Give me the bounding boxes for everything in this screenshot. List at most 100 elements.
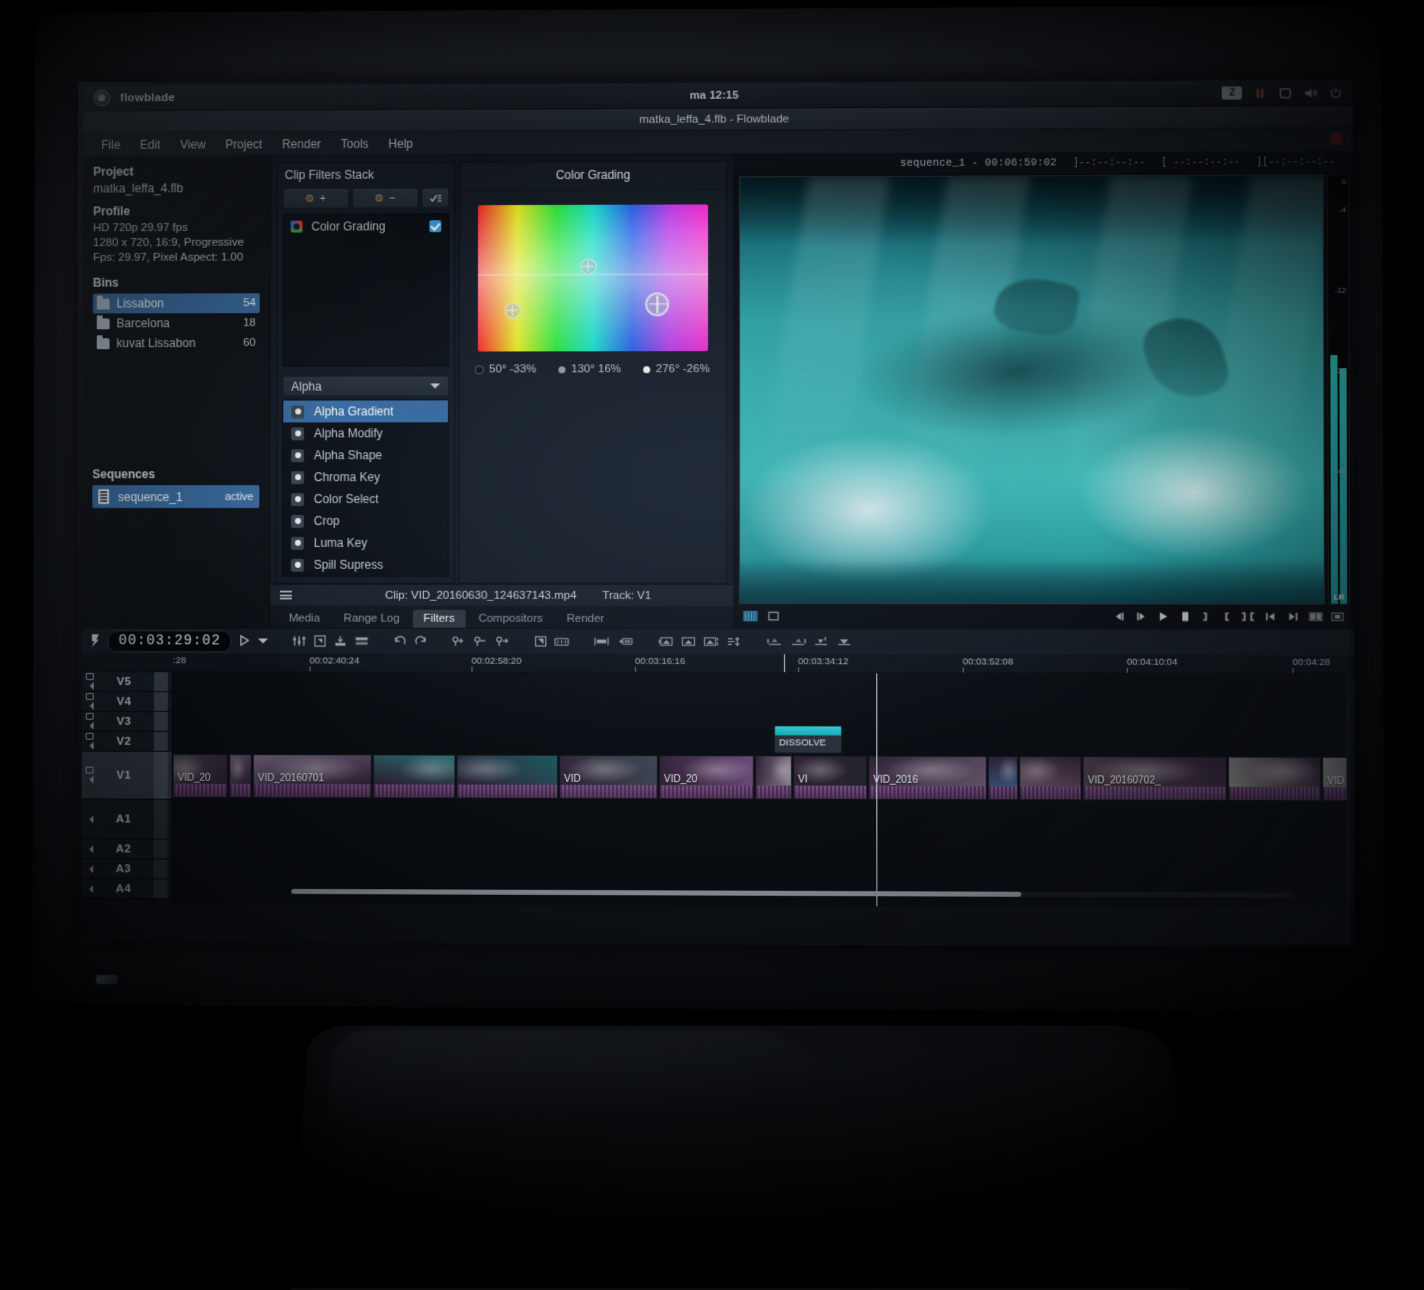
color-grading-wheel[interactable] [478, 204, 708, 351]
chevron-down-icon[interactable] [258, 638, 268, 643]
timeline-playhead[interactable] [876, 673, 877, 906]
track-header-a2[interactable]: A2 [81, 839, 171, 859]
menu-tools[interactable]: Tools [331, 133, 379, 153]
timeline-clip[interactable]: VID_20160702_ [1083, 756, 1227, 801]
split-view-button[interactable] [1309, 611, 1323, 623]
prev-cut-button[interactable] [1264, 611, 1277, 623]
tab-range-log[interactable]: Range Log [333, 610, 411, 628]
add-filter-button[interactable]: + [283, 188, 349, 209]
track-header-a4[interactable]: A4 [81, 879, 171, 899]
insert-icon[interactable] [334, 635, 348, 648]
stop-button[interactable] [1179, 611, 1191, 623]
drop-in-icon[interactable] [814, 635, 830, 648]
drop-out-icon[interactable] [837, 635, 853, 648]
track-header-a3[interactable]: A3 [81, 859, 171, 879]
track-audio-icon[interactable] [85, 815, 93, 823]
sequence-item-sequence-1[interactable]: sequence_1 active [92, 485, 259, 508]
menu-file[interactable]: File [91, 134, 130, 154]
tool-selector-icon[interactable] [239, 634, 252, 647]
remove-filter-button[interactable]: − [352, 187, 418, 208]
timeline-clip[interactable] [373, 754, 456, 798]
track-audio-icon[interactable] [85, 885, 93, 893]
bin-item-barcelona[interactable]: Barcelona 18 [93, 313, 260, 333]
timeline-clip[interactable] [456, 755, 558, 799]
timeline-clip[interactable] [229, 754, 252, 798]
track-visible-icon[interactable] [86, 673, 94, 680]
timeline-timecode[interactable]: 00:03:29:02 [108, 630, 232, 652]
tab-compositors[interactable]: Compositors [467, 610, 553, 628]
menu-render[interactable]: Render [272, 134, 331, 154]
timeline-vertical-scrollbar[interactable] [1346, 674, 1355, 908]
timeline-clip[interactable]: VID_2016 [868, 756, 987, 801]
bin-item-lissabon[interactable]: Lissabon 54 [93, 293, 260, 313]
track-audio-icon[interactable] [86, 776, 94, 784]
track-header-v2[interactable]: V2 [82, 732, 172, 752]
track-resize-handle[interactable] [154, 732, 168, 751]
track-resize-handle[interactable] [154, 672, 168, 691]
next-cut-button[interactable] [1286, 611, 1299, 623]
track-resize-handle[interactable] [154, 859, 168, 878]
overwrite-left-icon[interactable] [658, 635, 674, 648]
track-visible-icon[interactable] [86, 693, 94, 700]
track-audio-icon[interactable] [86, 702, 94, 710]
track-resize-handle[interactable] [153, 879, 167, 898]
tab-filters[interactable]: Filters [412, 610, 465, 628]
grading-handle-midtones[interactable] [504, 302, 520, 318]
filter-item-luma-key[interactable]: Luma Key [283, 532, 448, 554]
timeline-ruler[interactable]: :28 00:02:40:24 00:02:58:20 00:03:16:16 … [82, 653, 1354, 674]
window-icon[interactable] [1278, 86, 1292, 100]
cut-icon[interactable] [594, 635, 611, 648]
multi-move-icon[interactable] [726, 635, 743, 648]
filter-item-chroma-key[interactable]: Chroma Key [283, 466, 448, 488]
split-marker-icon[interactable] [496, 635, 511, 648]
paste-icon[interactable] [617, 635, 634, 648]
frame-view-button[interactable] [767, 610, 780, 622]
remove-marker-icon[interactable] [474, 635, 489, 648]
track-buttons[interactable] [86, 733, 94, 750]
clip-monitor-icon[interactable] [535, 635, 548, 648]
timeline-clip[interactable] [755, 755, 792, 799]
track-buttons[interactable] [85, 885, 93, 893]
prev-frame-button[interactable] [1113, 610, 1126, 622]
track-lane-v1[interactable]: VID_20VID_20160701VIDVID_20VIVID_2016VID… [173, 752, 1355, 803]
timeline-clip[interactable] [1228, 757, 1321, 802]
track-header-a1[interactable]: A1 [81, 799, 171, 839]
compositor-dissolve[interactable]: DISSOLVE [774, 725, 842, 753]
film-view-button[interactable] [743, 610, 758, 622]
video-preview[interactable] [739, 174, 1325, 604]
trim-start-icon[interactable] [767, 635, 783, 648]
tab-media[interactable]: Media [278, 610, 331, 628]
track-header-v3[interactable]: V3 [82, 712, 172, 732]
play-button[interactable] [1157, 610, 1170, 622]
track-resize-handle[interactable] [154, 800, 168, 839]
track-visible-icon[interactable] [86, 767, 94, 774]
menu-edit[interactable]: Edit [130, 134, 170, 154]
track-resize-handle[interactable] [154, 840, 168, 859]
mark-in-button[interactable] [1221, 611, 1232, 623]
filter-item-alpha-shape[interactable]: Alpha Shape [283, 444, 448, 466]
workspace-indicator[interactable]: 2 [1222, 86, 1242, 99]
menu-project[interactable]: Project [215, 134, 272, 154]
timeline-clip-area[interactable]: DISSOLVE VID_20VID_20160701VIDVID_20VIVI… [172, 672, 1355, 908]
track-header-v4[interactable]: V4 [82, 692, 172, 712]
sequence-monitor-icon[interactable] [555, 635, 570, 647]
append-icon[interactable] [355, 635, 370, 648]
overwrite-right-icon[interactable] [703, 635, 719, 648]
track-audio-icon[interactable] [86, 682, 94, 690]
app-indicator-icon[interactable] [1253, 86, 1267, 100]
close-icon[interactable] [1330, 132, 1343, 145]
fullscreen-button[interactable] [1331, 611, 1344, 623]
undo-icon[interactable] [393, 635, 407, 648]
redo-icon[interactable] [414, 635, 428, 648]
clear-marks-button[interactable] [1241, 611, 1255, 623]
tab-render[interactable]: Render [556, 610, 616, 628]
track-resize-handle[interactable] [154, 752, 168, 799]
volume-icon[interactable] [1303, 86, 1317, 100]
track-buttons[interactable] [86, 693, 94, 710]
timeline-clip[interactable] [988, 756, 1018, 800]
grading-handle-highlights[interactable] [645, 292, 669, 316]
trim-end-icon[interactable] [790, 635, 806, 648]
timeline-clip[interactable]: VI [793, 755, 867, 799]
track-resize-handle[interactable] [154, 712, 168, 731]
timeline-horizontal-scrollbar[interactable] [291, 889, 1294, 898]
